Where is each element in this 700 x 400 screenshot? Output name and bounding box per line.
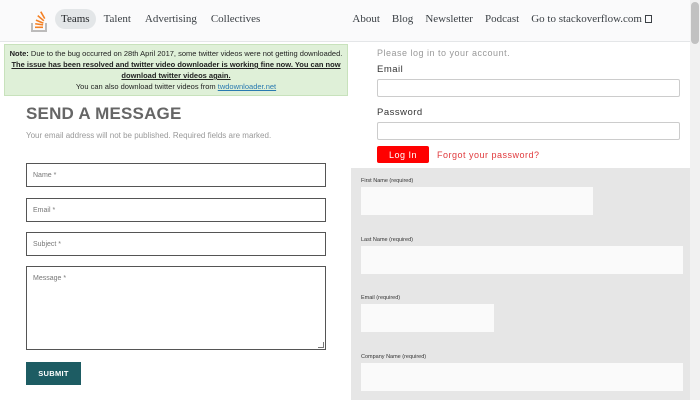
nav-stackoverflow-label: Go to stackoverflow.com: [531, 13, 642, 25]
contact-form: SEND A MESSAGE Your email address will n…: [26, 104, 326, 385]
login-actions: Log In Forgot your password?: [377, 146, 680, 163]
first-name-input[interactable]: [361, 187, 593, 215]
page-scrollbar[interactable]: [690, 0, 700, 400]
nav-about[interactable]: About: [352, 13, 380, 25]
notice-prefix: Note:: [9, 49, 29, 58]
login-email-label: Email: [377, 64, 404, 75]
notice-banner: Note: Due to the bug occurred on 28th Ap…: [4, 44, 348, 96]
nav-collectives[interactable]: Collectives: [205, 9, 267, 29]
top-navbar: Teams Talent Advertising Collectives Abo…: [0, 0, 690, 42]
signup-email-input[interactable]: [361, 304, 494, 332]
notice-line-1: Note: Due to the bug occurred on 28th Ap…: [5, 48, 347, 59]
submit-button[interactable]: SUBMIT: [26, 362, 81, 385]
login-password-label: Password: [377, 107, 423, 118]
stackoverflow-logo-icon[interactable]: [30, 7, 48, 33]
forgot-password-link[interactable]: Forgot your password?: [437, 150, 540, 160]
notice-line-3: You can also download twitter videos fro…: [5, 81, 347, 92]
company-name-label: Company Name (required): [361, 354, 427, 360]
nav-newsletter[interactable]: Newsletter: [425, 13, 473, 25]
contact-subtitle: Your email address will not be published…: [26, 131, 272, 140]
login-hint: Please log in to your account.: [377, 48, 511, 58]
notice-text-1: Due to the bug occurred on 28th April 20…: [28, 49, 343, 58]
nav-teams[interactable]: Teams: [55, 9, 96, 29]
external-link-icon: [645, 15, 652, 23]
login-button[interactable]: Log In: [377, 146, 429, 163]
subject-input[interactable]: Subject *: [26, 232, 326, 256]
nav-left: Teams Talent Advertising Collectives: [55, 9, 268, 29]
email-input[interactable]: Email *: [26, 198, 326, 222]
signup-email-label: Email (required): [361, 295, 401, 301]
signup-panel: First Name (required) Last Name (require…: [351, 168, 690, 400]
twdownloader-link[interactable]: twdownloader.net: [218, 82, 276, 91]
resize-handle-icon[interactable]: [318, 342, 324, 348]
notice-line-2: The issue has been resolved and twitter …: [11, 60, 341, 80]
nav-advertising[interactable]: Advertising: [139, 9, 203, 29]
message-placeholder: Message *: [33, 275, 67, 282]
login-email-input[interactable]: [377, 79, 680, 97]
notice-text-3: You can also download twitter videos fro…: [75, 82, 218, 91]
last-name-label: Last Name (required): [361, 237, 413, 243]
nav-talent[interactable]: Talent: [98, 9, 137, 29]
login-form: Please log in to your account. Email Pas…: [377, 48, 680, 163]
company-name-input[interactable]: [361, 363, 683, 391]
first-name-label: First Name (required): [361, 178, 414, 184]
scrollbar-thumb[interactable]: [691, 2, 699, 44]
contact-title: SEND A MESSAGE: [26, 104, 182, 123]
message-textarea[interactable]: Message *: [26, 266, 326, 350]
last-name-input[interactable]: [361, 246, 683, 274]
nav-podcast[interactable]: Podcast: [485, 13, 519, 25]
nav-stackoverflow-link[interactable]: Go to stackoverflow.com: [531, 13, 652, 25]
nav-blog[interactable]: Blog: [392, 13, 413, 25]
name-input[interactable]: Name *: [26, 163, 326, 187]
login-password-input[interactable]: [377, 122, 680, 140]
nav-right: About Blog Newsletter Podcast Go to stac…: [340, 13, 652, 25]
